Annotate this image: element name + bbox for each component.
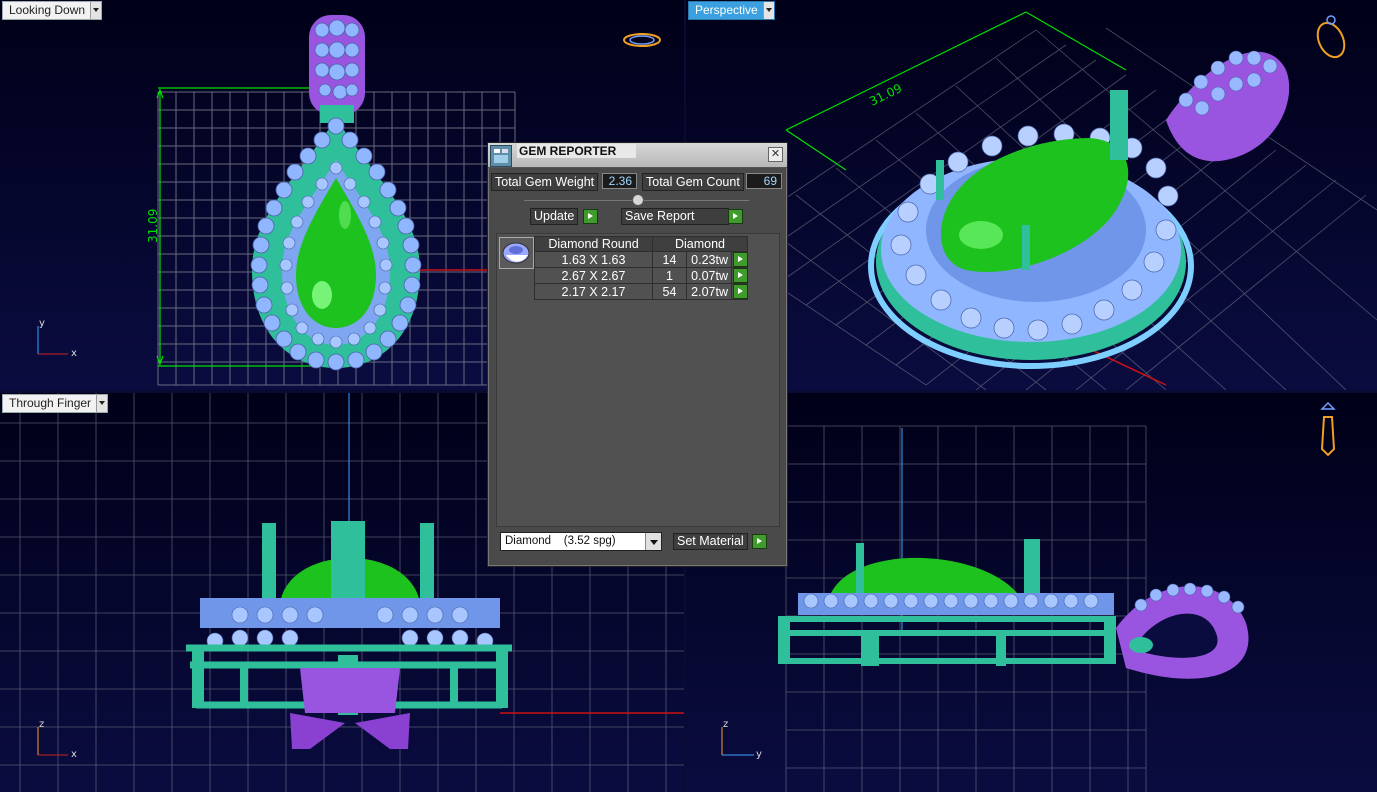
gem-weight: 2.07tw bbox=[686, 283, 732, 300]
column-header-material: Diamond bbox=[652, 236, 748, 252]
gem-count: 54 bbox=[652, 283, 687, 300]
round-diamond-icon bbox=[499, 237, 534, 269]
update-play-icon[interactable] bbox=[583, 209, 598, 224]
axis-label-z: z bbox=[723, 719, 728, 730]
viewport-perspective[interactable]: 31.09 Perspective bbox=[686, 0, 1377, 390]
update-button[interactable]: Update bbox=[530, 208, 579, 225]
row-select-play-icon[interactable] bbox=[733, 268, 748, 283]
perspective-scene: 31.09 bbox=[715, 11, 1377, 390]
viewport-side[interactable]: z y bbox=[686, 393, 1377, 792]
gem-size: 2.67 X 2.67 bbox=[534, 267, 653, 284]
table-row[interactable]: 2.67 X 2.67 1 0.07tw bbox=[534, 267, 748, 284]
axis-label-x: x bbox=[71, 749, 77, 760]
gem-weight: 0.23tw bbox=[686, 251, 732, 268]
viewport-label: Perspective bbox=[695, 3, 758, 17]
axis-label-x: x bbox=[71, 348, 77, 359]
gem-size: 2.17 X 2.17 bbox=[534, 283, 653, 300]
axis-label-y: y bbox=[756, 749, 762, 760]
dialog-titlebar[interactable]: GEM REPORTER ✕ bbox=[488, 143, 787, 168]
chevron-down-icon[interactable] bbox=[645, 533, 661, 550]
gem-list-panel: Diamond Round Diamond 1.63 X 1.63 14 0.2… bbox=[496, 233, 780, 527]
dialog-title: GEM REPORTER bbox=[517, 144, 637, 158]
gem-size: 1.63 X 1.63 bbox=[534, 251, 653, 268]
row-select-play-icon[interactable] bbox=[733, 252, 748, 267]
viewport-menu-looking-down[interactable]: Looking Down bbox=[2, 1, 103, 20]
save-report-button-label: Save Report bbox=[625, 209, 695, 223]
view-orientation-ring-icon[interactable] bbox=[1313, 15, 1350, 61]
gem-count: 1 bbox=[652, 267, 687, 284]
gem-count: 14 bbox=[652, 251, 687, 268]
viewport-menu-through-finger[interactable]: Through Finger bbox=[2, 394, 109, 413]
view-orientation-ring-icon[interactable] bbox=[623, 33, 661, 47]
chevron-down-icon[interactable] bbox=[762, 2, 774, 19]
save-report-button[interactable]: Save Report bbox=[621, 208, 729, 225]
table-row[interactable]: 1.63 X 1.63 14 0.23tw bbox=[534, 251, 748, 268]
side-view-scene: z y bbox=[721, 401, 1336, 792]
row-select-play-icon[interactable] bbox=[733, 284, 748, 299]
update-button-label: Update bbox=[534, 209, 575, 223]
gem-reporter-dialog: GEM REPORTER ✕ Total Gem Weight 2.36 Tot… bbox=[487, 142, 788, 567]
splitter-handle[interactable] bbox=[632, 194, 644, 206]
close-icon[interactable]: ✕ bbox=[768, 147, 783, 162]
viewport-menu-perspective[interactable]: Perspective bbox=[688, 1, 775, 20]
axis-label-y: y bbox=[39, 318, 45, 329]
view-orientation-pendant-icon[interactable] bbox=[1320, 401, 1336, 457]
chevron-down-icon[interactable] bbox=[90, 2, 102, 19]
viewport-label: Looking Down bbox=[9, 3, 86, 17]
total-gem-count-value: 69 bbox=[746, 173, 782, 189]
table-row[interactable]: 2.17 X 2.17 54 2.07tw bbox=[534, 283, 748, 300]
gem-weight: 0.07tw bbox=[686, 267, 732, 284]
dimension-label: 31.09 bbox=[867, 81, 904, 109]
dimension-label: 31.09 bbox=[146, 209, 160, 243]
set-material-play-icon[interactable] bbox=[752, 534, 767, 549]
gem-table: Diamond Round Diamond 1.63 X 1.63 14 0.2… bbox=[534, 236, 748, 300]
material-select-value: Diamond (3.52 spg) bbox=[505, 535, 616, 547]
total-gem-weight-label: Total Gem Weight bbox=[491, 173, 599, 191]
chevron-down-icon[interactable] bbox=[96, 395, 108, 412]
material-select[interactable]: Diamond (3.52 spg) bbox=[500, 532, 662, 551]
viewport-label: Through Finger bbox=[9, 396, 92, 410]
total-gem-weight-value: 2.36 bbox=[602, 173, 637, 189]
table-header-row: Diamond Round Diamond bbox=[534, 236, 748, 252]
column-header-shape: Diamond Round bbox=[534, 236, 653, 252]
axis-label-z: z bbox=[39, 719, 44, 730]
total-gem-count-label: Total Gem Count bbox=[642, 173, 744, 191]
gem-reporter-icon bbox=[490, 145, 512, 167]
set-material-button-label: Set Material bbox=[677, 534, 744, 548]
save-report-play-icon[interactable] bbox=[728, 209, 743, 224]
set-material-button[interactable]: Set Material bbox=[673, 533, 748, 550]
